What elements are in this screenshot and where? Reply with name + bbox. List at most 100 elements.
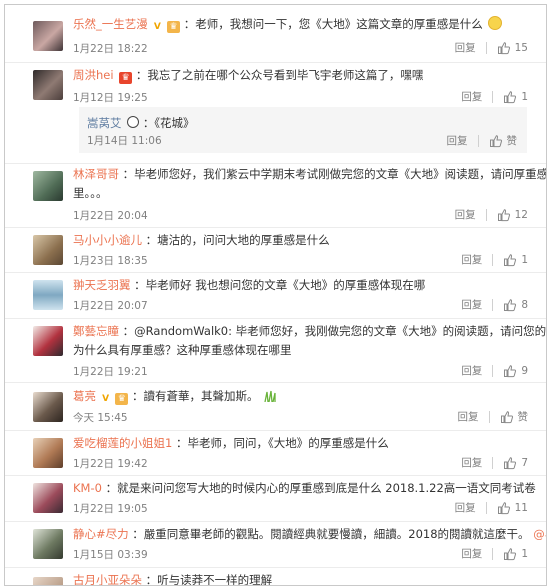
comment-actions: 回复 9 — [461, 363, 528, 378]
comment-actions: 回复 1 — [461, 546, 528, 561]
like-button[interactable]: 15 — [497, 41, 528, 55]
like-button[interactable]: 1 — [503, 547, 528, 561]
like-count: 1 — [521, 253, 528, 266]
comment-actions: 回复 1 — [461, 89, 528, 104]
comment-text-line: 嵩莴艾 ：《花城》 — [87, 114, 195, 133]
avatar[interactable] — [33, 392, 63, 422]
commenter-name[interactable]: 乐然_一生艺漫 — [73, 17, 148, 31]
thumbs-up-icon — [497, 208, 510, 221]
like-count: 7 — [521, 456, 528, 469]
comment-item: 周洪hei ♛ ：我忘了之前在哪个公众号看到毕飞宇老师这篇了，嘿嘿 1月12日 … — [5, 62, 546, 107]
like-count: 15 — [514, 41, 528, 54]
comment-item: 静心#尽力 ：嚴重同意畢老師的觀點。閱讀經典就要慢讀，細讀。2018的閱讀就這麼… — [5, 521, 546, 568]
avatar[interactable] — [33, 577, 63, 585]
comment-time: 1月14日 11:06 — [87, 135, 162, 147]
divider — [492, 456, 494, 469]
reply-button[interactable]: 回复 — [461, 455, 482, 470]
reply-button[interactable]: 回复 — [461, 89, 482, 104]
comment-time: 1月22日 19:21 — [73, 366, 148, 378]
mention-link[interactable]: @毕飞宇 — [533, 527, 546, 541]
comment-actions: 回复 1 — [461, 252, 528, 267]
comment-item: 鄭藝忘瞳 ：@RandomWalk0: 毕老师您好，我刚做完您的文章《大地》的阅… — [5, 318, 546, 383]
comment-item: 爱吃榴莲的小姐姐1 ：毕老师，同问，《大地》的厚重感是什么 1月22日 19:4… — [5, 430, 546, 476]
nested-reply-box: 嵩莴艾 ：《花城》 1月14日 11:06 回复 赞 — [79, 107, 527, 153]
commenter-name[interactable]: 马小小小逾儿 — [73, 233, 142, 247]
comment-actions: 回复 15 — [455, 40, 528, 55]
avatar[interactable] — [33, 529, 63, 559]
reply-button[interactable]: 回复 — [461, 363, 482, 378]
commenter-name[interactable]: 翀天乏羽翼 — [73, 278, 131, 292]
reply-button[interactable]: 回复 — [455, 500, 476, 515]
like-button[interactable]: 12 — [497, 208, 528, 222]
avatar[interactable] — [33, 438, 63, 468]
avatar[interactable] — [33, 280, 63, 310]
comment-text-line-2: 里。。。 — [73, 186, 108, 200]
comment-text: ：《花城》 — [142, 116, 195, 130]
like-count: 9 — [521, 364, 528, 377]
like-count: 8 — [521, 298, 528, 311]
like-button[interactable]: 赞 — [489, 133, 518, 148]
comment-text: ：听与读莽不一样的理解 — [145, 573, 273, 586]
like-label: 赞 — [506, 135, 518, 147]
like-count: 1 — [521, 90, 528, 103]
reply-button[interactable]: 回复 — [461, 297, 482, 312]
comment-text: ：就是来问问您写大地的时候内心的厚重感到底是什么 2018.1.22高一语文同考… — [105, 481, 536, 495]
reply-button[interactable]: 回复 — [458, 409, 479, 424]
like-button[interactable]: 1 — [503, 253, 528, 267]
commenter-name[interactable]: 静心#尽力 — [73, 527, 129, 541]
like-button[interactable]: 赞 — [500, 409, 528, 424]
divider — [477, 134, 479, 147]
divider — [485, 208, 487, 221]
thumbs-up-icon — [504, 253, 517, 266]
comment-text-line: 马小小小逾儿 ：塘沽的，问问大地的厚重感是什么 — [73, 231, 526, 250]
reply-button[interactable]: 回复 — [461, 252, 482, 267]
like-button[interactable]: 1 — [503, 90, 528, 104]
commenter-name[interactable]: 嵩莴艾 — [87, 116, 122, 130]
comment-text-line: 翀天乏羽翼 ：毕老师好 我也想问您的文章《大地》的厚重感体现在哪 — [73, 276, 526, 295]
comment-time: 1月23日 18:35 — [73, 255, 148, 267]
comment-time: 1月22日 19:42 — [73, 458, 148, 470]
vip-badge-icon: ♛ — [119, 72, 133, 84]
commenter-name[interactable]: 周洪hei — [73, 68, 114, 82]
like-button[interactable]: 11 — [497, 501, 528, 515]
commenter-name[interactable]: KM-0 — [73, 481, 102, 495]
commenter-name[interactable]: 古月小亚朵朵 — [73, 573, 142, 585]
smile-emoji-icon — [488, 16, 503, 30]
thumbs-up-icon — [497, 41, 510, 54]
thumbs-up-icon — [504, 547, 517, 560]
reply-button[interactable]: 回复 — [455, 40, 476, 55]
divider — [492, 253, 494, 266]
divider — [492, 547, 494, 560]
avatar[interactable] — [33, 70, 63, 100]
comment-time: 1月22日 18:22 — [73, 43, 148, 55]
comment-text: ：我忘了之前在哪个公众号看到毕飞宇老师这篇了，嘿嘿 — [135, 68, 424, 82]
comment-item: 乐然_一生艺漫 V ♛ ：老师，我想问一下，您《大地》这篇文章的厚重感是什么 1… — [5, 5, 546, 63]
like-count: 11 — [514, 501, 528, 514]
commenter-name[interactable]: 葛亮 — [73, 389, 96, 403]
like-button[interactable]: 7 — [503, 456, 528, 470]
divider — [485, 501, 487, 514]
like-button[interactable]: 9 — [503, 364, 528, 378]
commenter-name[interactable]: 鄭藝忘瞳 — [73, 324, 119, 338]
avatar[interactable] — [33, 235, 63, 265]
reply-button[interactable]: 回复 — [461, 546, 482, 561]
thumbs-up-icon — [504, 456, 517, 469]
comment-text: ：@RandomWalk0: 毕老师您好，我刚做完您的文章《大地》的阅读题，请问… — [122, 324, 547, 338]
reply-button[interactable]: 回复 — [455, 207, 476, 222]
verified-v-icon: V — [153, 22, 161, 32]
avatar[interactable] — [33, 171, 63, 201]
vip-crown-icon: ♛ — [167, 21, 181, 33]
avatar[interactable] — [33, 21, 63, 51]
like-button[interactable]: 8 — [503, 298, 528, 312]
thumbs-up-icon — [504, 298, 517, 311]
commenter-name[interactable]: 林泽哥哥 — [73, 167, 119, 181]
divider — [488, 410, 490, 423]
avatar[interactable] — [33, 326, 63, 356]
comment-text: ：老师，我想问一下，您《大地》这篇文章的厚重感是什么 — [183, 17, 483, 31]
comment-time: 1月22日 19:05 — [73, 503, 148, 515]
commenter-name[interactable]: 爱吃榴莲的小姐姐1 — [73, 436, 172, 450]
reply-button[interactable]: 回复 — [447, 133, 468, 148]
avatar[interactable] — [33, 483, 63, 513]
comment-text-line: 古月小亚朵朵 ：听与读莽不一样的理解 — [73, 571, 526, 586]
comment-text: ：毕老师您好，我们紫云中学期末考试刚做完您的文章《大地》阅读题，请问厚重感在哪 — [122, 167, 547, 181]
